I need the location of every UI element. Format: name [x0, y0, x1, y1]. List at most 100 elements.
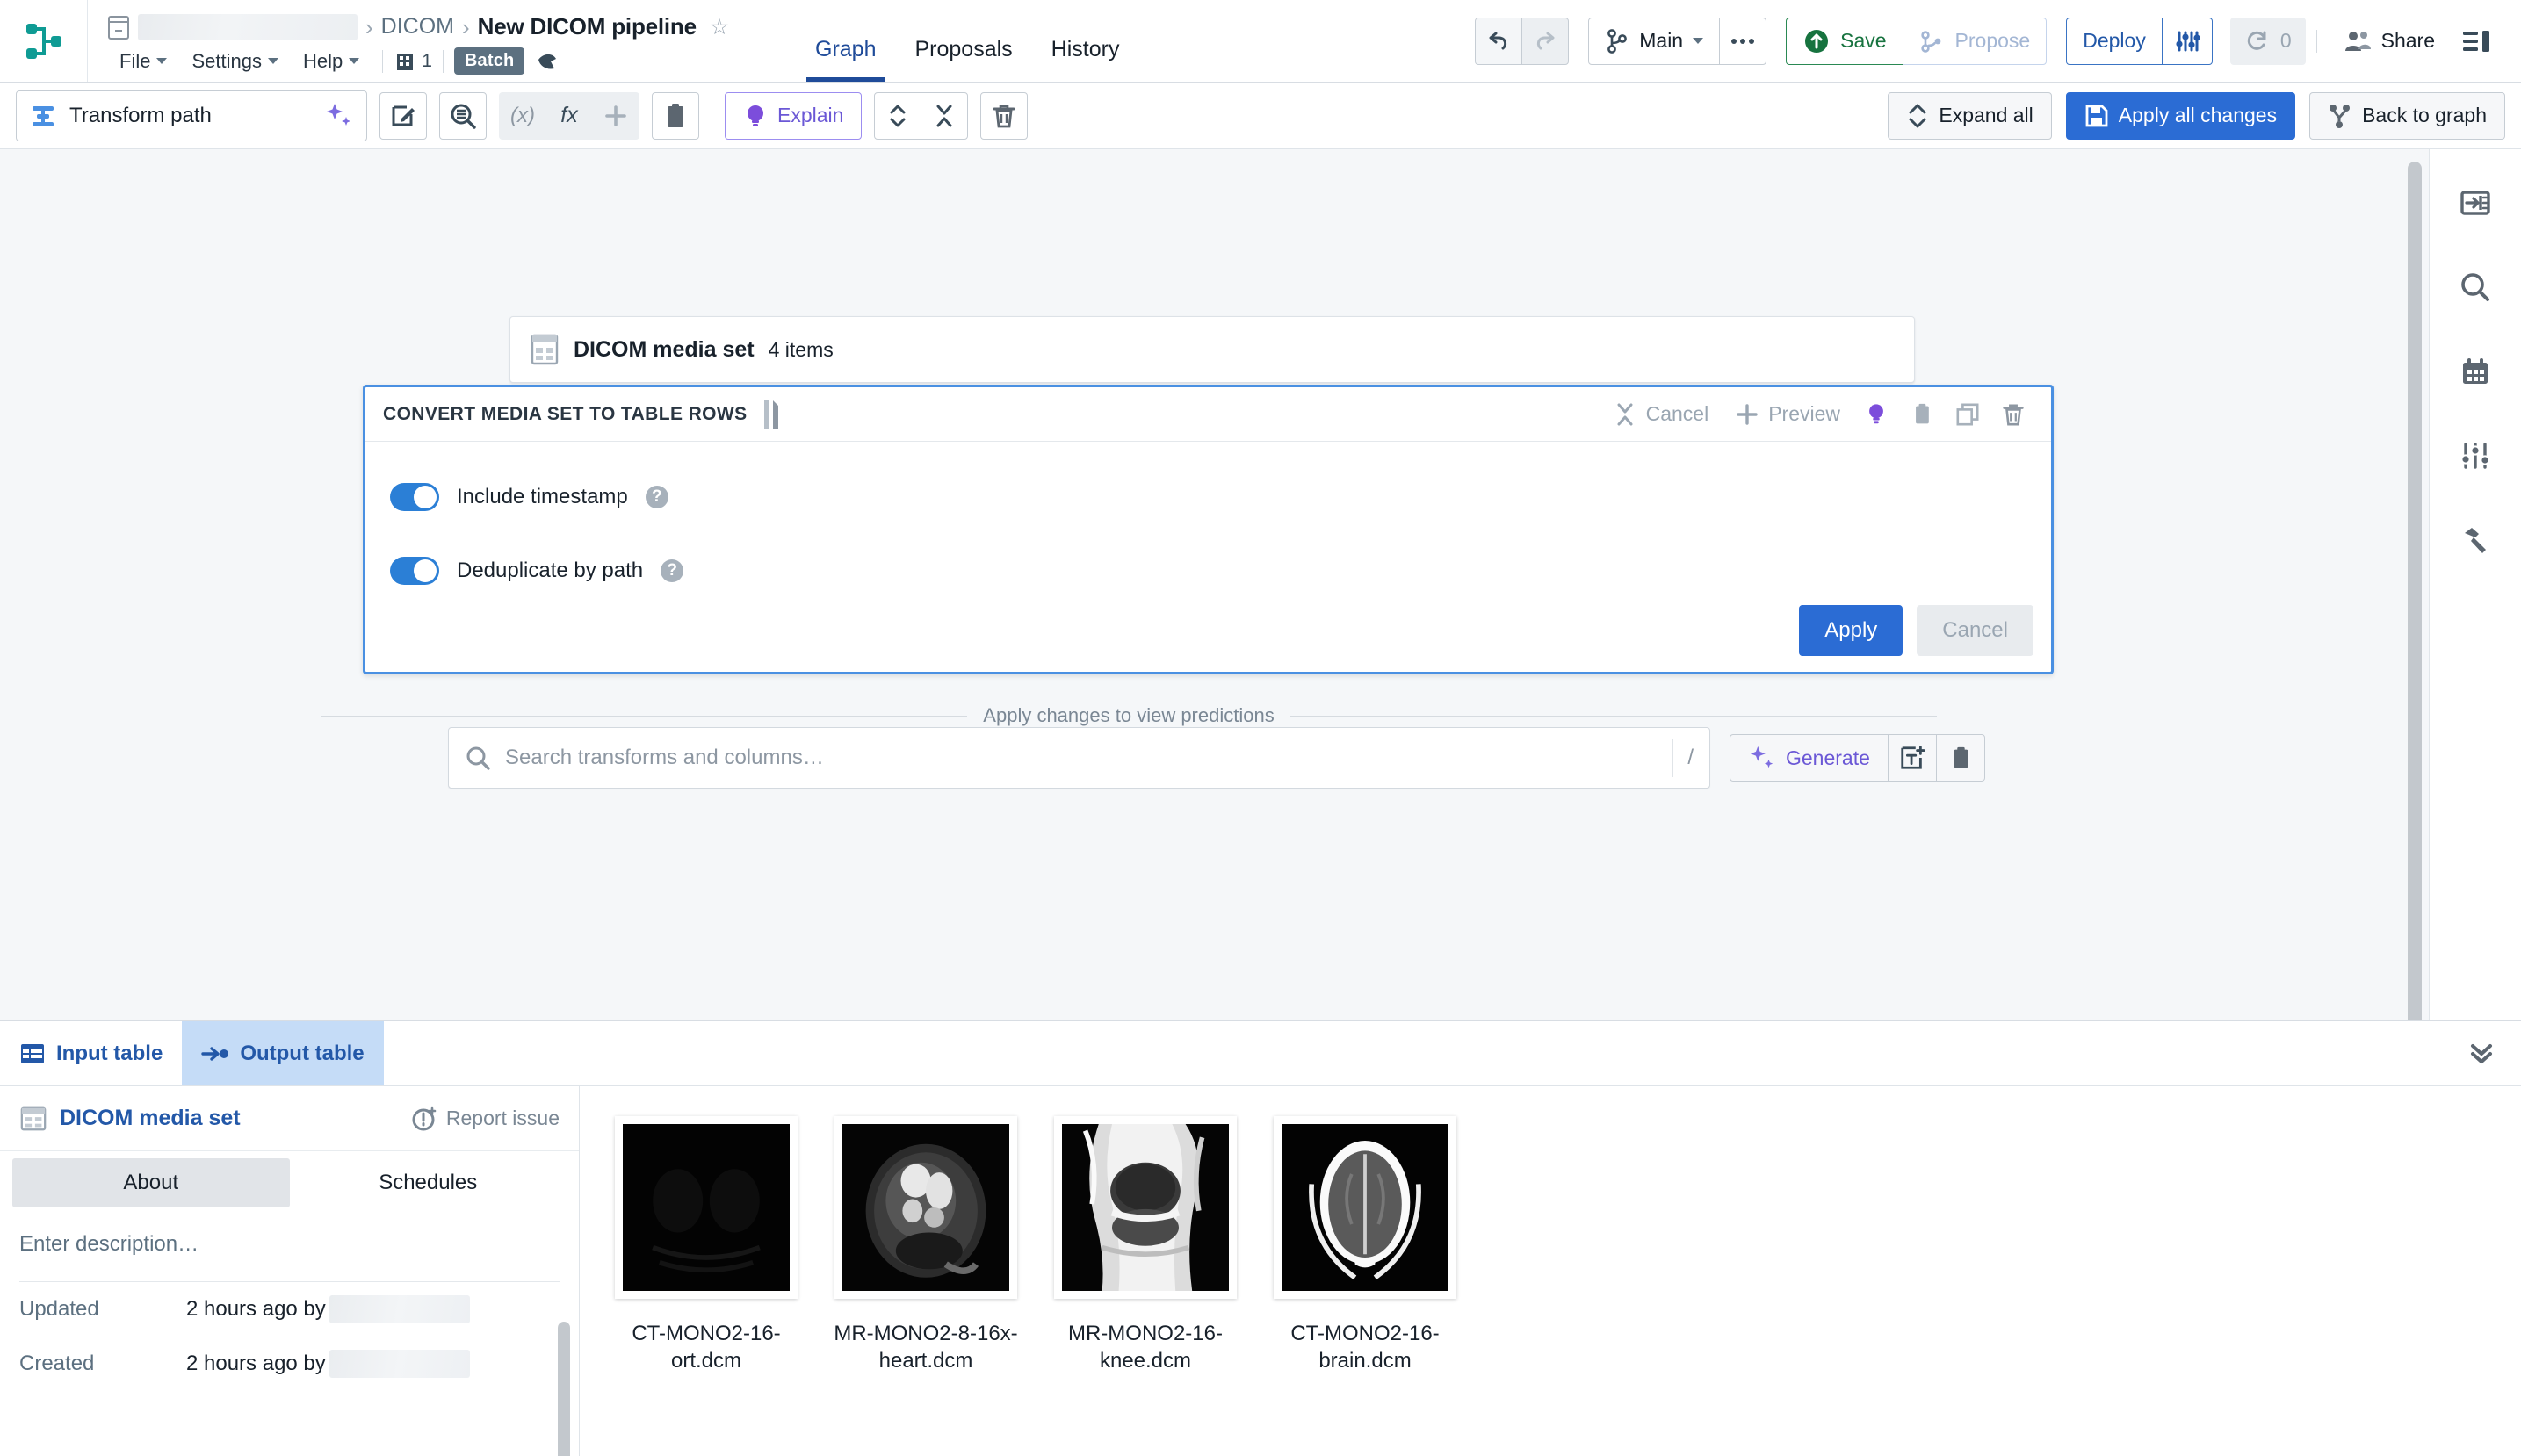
- rail-schedule-button[interactable]: [2448, 344, 2503, 399]
- organization-indicator[interactable]: 1: [394, 50, 432, 73]
- meta-updated-value: 2 hours ago by: [186, 1295, 470, 1323]
- divider-3: [2315, 29, 2317, 53]
- toggle-right-panel-button[interactable]: [2451, 18, 2502, 65]
- expand-button[interactable]: [874, 91, 922, 140]
- branch-selector[interactable]: Main: [1588, 17, 1721, 65]
- menu-help[interactable]: Help: [291, 47, 372, 76]
- generate-group: Generate: [1730, 734, 1985, 782]
- media-thumbnail-item[interactable]: CT-MONO2-16-brain.dcm: [1274, 1116, 1456, 1374]
- description-input[interactable]: Enter description…: [19, 1232, 560, 1282]
- rail-settings-button[interactable]: [2448, 429, 2503, 483]
- variable-button[interactable]: (x): [499, 91, 546, 140]
- folder-icon: [107, 14, 130, 40]
- dataset-details-title[interactable]: DICOM media set: [60, 1106, 241, 1131]
- tab-proposals[interactable]: Proposals: [895, 37, 1031, 82]
- paste-button[interactable]: [652, 91, 699, 140]
- tab-about[interactable]: About: [12, 1158, 290, 1207]
- transform-preview-button[interactable]: Preview: [1724, 397, 1851, 432]
- back-to-graph-button[interactable]: Back to graph: [2309, 91, 2505, 140]
- add-text-column-button[interactable]: [1887, 734, 1937, 782]
- rail-build-button[interactable]: [2448, 513, 2503, 567]
- inspect-button[interactable]: [439, 91, 487, 140]
- batch-badge[interactable]: Batch: [453, 47, 525, 75]
- transform-explain-button[interactable]: [1856, 394, 1896, 435]
- sliders-icon: [2176, 31, 2200, 51]
- deploy-settings-button[interactable]: [2161, 17, 2213, 65]
- rail-search-button[interactable]: [2448, 260, 2503, 314]
- tab-output-table[interactable]: Output table: [182, 1021, 384, 1085]
- branch-more-button[interactable]: [1719, 17, 1767, 65]
- tab-input-table[interactable]: Input table: [0, 1021, 182, 1085]
- paste-column-button[interactable]: [1935, 734, 1985, 782]
- toggle-deduplicate-by-path[interactable]: [390, 557, 439, 585]
- cancel-button[interactable]: Cancel: [1917, 605, 2033, 656]
- meta-row-updated: Updated 2 hours ago by: [19, 1282, 560, 1337]
- search-input[interactable]: Search transforms and columns…: [505, 746, 1658, 770]
- transform-collapse-button[interactable]: Cancel: [1602, 396, 1720, 433]
- refresh-icon: [2247, 31, 2266, 50]
- media-thumbnail-item[interactable]: MR-MONO2-8-16x-heart.dcm: [834, 1116, 1018, 1374]
- report-issue-button[interactable]: Report issue: [411, 1106, 560, 1132]
- dove-check-icon[interactable]: [535, 49, 561, 74]
- transform-path-selector[interactable]: Transform path: [16, 90, 367, 141]
- apply-all-changes-button[interactable]: Apply all changes: [2065, 91, 2296, 140]
- trash-icon: [2003, 404, 2024, 426]
- tab-graph[interactable]: Graph: [796, 37, 895, 82]
- generate-button[interactable]: Generate: [1730, 734, 1889, 782]
- dataset-about-content: Enter description… Updated 2 hours ago b…: [0, 1207, 579, 1456]
- add-button[interactable]: [592, 91, 639, 140]
- workspace: DICOM media set 4 items CONVERT MEDIA SE…: [0, 149, 2521, 1020]
- organization-count: 1: [422, 50, 432, 71]
- propose-button[interactable]: Propose: [1902, 17, 2048, 65]
- sync-status-button[interactable]: 0: [2229, 17, 2306, 65]
- transform-delete-button[interactable]: [1993, 394, 2033, 435]
- delete-button[interactable]: [980, 91, 1029, 140]
- tab-history[interactable]: History: [1032, 37, 1139, 82]
- media-thumbnail-item[interactable]: CT-MONO2-16-ort.dcm: [615, 1116, 798, 1374]
- toggle-include-timestamp[interactable]: [390, 483, 439, 511]
- dataset-panel-scrollbar[interactable]: [558, 1322, 570, 1456]
- deploy-group: Deploy: [2066, 17, 2213, 65]
- menu-settings[interactable]: Settings: [179, 47, 291, 76]
- transform-toolbar-right: Expand all Apply all changes Back to gra…: [1888, 91, 2505, 140]
- apply-button[interactable]: Apply: [1799, 605, 1903, 656]
- save-button[interactable]: Save: [1786, 17, 1903, 65]
- explain-button[interactable]: Explain: [725, 91, 863, 140]
- transform-copy-button[interactable]: [1902, 394, 1942, 435]
- media-thumbnail-item[interactable]: MR-MONO2-16-knee.dcm: [1054, 1116, 1237, 1374]
- canvas-scrollbar-thumb[interactable]: [2408, 162, 2422, 1020]
- breadcrumb-parent[interactable]: DICOM: [381, 14, 454, 40]
- dataset-node-card[interactable]: DICOM media set 4 items: [509, 316, 1915, 383]
- toggle-deduplicate-by-path-label: Deduplicate by path: [457, 559, 644, 582]
- search-shortcut-hint: /: [1672, 739, 1694, 777]
- media-thumbnails-panel: CT-MONO2-16-ort.dcm MR-MONO2-8-16x-heart…: [580, 1086, 2521, 1456]
- drag-handle-icon[interactable]: [762, 397, 781, 432]
- help-icon[interactable]: ?: [645, 486, 668, 508]
- function-button[interactable]: fx: [545, 91, 593, 140]
- tab-schedules[interactable]: Schedules: [290, 1158, 567, 1207]
- plus-icon: [1737, 403, 1758, 425]
- menu-file[interactable]: File: [107, 47, 179, 76]
- deploy-button[interactable]: Deploy: [2066, 17, 2163, 65]
- expand-collapse-group: [874, 91, 969, 140]
- breadcrumb-separator: ›: [365, 13, 373, 40]
- edit-transform-button[interactable]: [379, 91, 427, 140]
- menu-help-label: Help: [302, 49, 343, 72]
- workspace-name-redacted[interactable]: [138, 13, 358, 40]
- expand-all-button[interactable]: Expand all: [1888, 91, 2052, 140]
- favorite-star-icon[interactable]: ☆: [710, 14, 729, 40]
- collapse-bottom-panel-button[interactable]: [2442, 1021, 2521, 1085]
- redo-button[interactable]: [1521, 17, 1570, 65]
- thumbnail-frame: [834, 1116, 1017, 1299]
- edit-square-icon: [392, 105, 415, 126]
- explain-label: Explain: [777, 104, 844, 126]
- collapse-button[interactable]: [921, 91, 969, 140]
- share-button[interactable]: Share: [2328, 18, 2451, 65]
- help-icon[interactable]: ?: [661, 559, 684, 582]
- search-transforms-box[interactable]: Search transforms and columns… /: [448, 727, 1710, 789]
- rail-input-panel-button[interactable]: [2448, 176, 2503, 230]
- transform-duplicate-button[interactable]: [1947, 394, 1988, 435]
- undo-button[interactable]: [1475, 17, 1523, 65]
- app-logo[interactable]: [0, 0, 88, 82]
- chevron-down-icon: [156, 58, 168, 64]
